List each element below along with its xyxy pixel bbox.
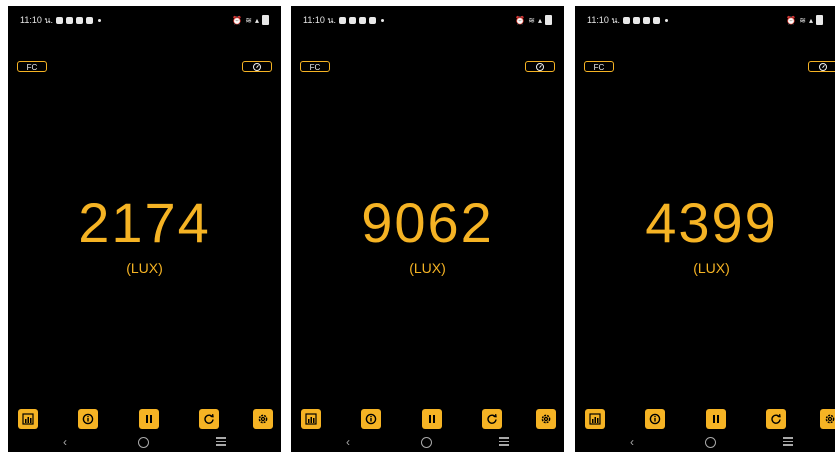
status-time: 11:10 น. [303, 15, 337, 25]
bottom-toolbar [18, 409, 273, 429]
chart-button[interactable] [301, 409, 321, 429]
app-notification-icon [76, 16, 84, 24]
phone-screen-1: 11:10 น. ⏰ ≋ ▴ FC 2174 (LUX) ‹ [8, 6, 281, 452]
reset-button[interactable] [482, 409, 502, 429]
gauge-button[interactable] [808, 61, 835, 72]
recent-apps-icon[interactable] [783, 437, 793, 446]
pause-button[interactable] [422, 409, 442, 429]
wifi-icon: ≋ [799, 15, 806, 25]
pause-icon [429, 415, 435, 423]
unit-label: (LUX) [409, 260, 446, 276]
alarm-icon: ⏰ [786, 15, 797, 25]
status-bar: 11:10 น. ⏰ ≋ ▴ [303, 13, 552, 27]
chart-icon [305, 413, 317, 425]
chat-notification-icon [339, 16, 347, 24]
system-nav-bar: ‹ [8, 435, 281, 449]
mail-notification-icon [369, 16, 377, 24]
chat-notification-icon [623, 16, 631, 24]
system-nav-bar: ‹ [291, 435, 564, 449]
info-icon [82, 413, 94, 425]
system-nav-bar: ‹ [575, 435, 835, 449]
reset-icon [771, 413, 781, 424]
lux-reading: 2174 [78, 191, 211, 254]
pause-icon [146, 415, 152, 423]
pause-button[interactable] [139, 409, 159, 429]
bottom-toolbar [301, 409, 556, 429]
status-time: 11:10 น. [587, 15, 621, 25]
home-icon[interactable] [138, 437, 149, 448]
chart-button[interactable] [585, 409, 605, 429]
mail-notification-icon [349, 16, 357, 24]
gauge-button[interactable] [525, 61, 555, 72]
gauge-icon [536, 62, 544, 71]
chart-icon [22, 413, 34, 425]
settings-button[interactable] [820, 409, 835, 429]
phone-screen-2: 11:10 น. ⏰ ≋ ▴ FC 9062 (LUX) ‹ [291, 6, 564, 452]
settings-icon [541, 414, 551, 424]
gauge-button[interactable] [242, 61, 272, 72]
home-icon[interactable] [421, 437, 432, 448]
unit-label: (LUX) [693, 260, 730, 276]
signal-icon: ▴ [808, 15, 813, 25]
more-notifications-icon [98, 18, 102, 22]
phone-screen-3: 11:10 น. ⏰ ≋ ▴ FC 4399 (LUX) ‹ [575, 6, 835, 452]
info-button[interactable] [645, 409, 665, 429]
mail-notification-icon [633, 16, 641, 24]
status-bar: 11:10 น. ⏰ ≋ ▴ [587, 13, 823, 27]
pause-icon [713, 415, 719, 423]
chat-notification-icon [56, 16, 64, 24]
mail-notification-icon [66, 16, 74, 24]
lux-reading: 4399 [645, 191, 778, 254]
settings-button[interactable] [253, 409, 273, 429]
mail-notification-icon [653, 16, 661, 24]
signal-icon: ▴ [254, 15, 259, 25]
reset-icon [487, 413, 497, 424]
alarm-icon: ⏰ [515, 15, 526, 25]
wifi-icon: ≋ [528, 15, 535, 25]
back-icon[interactable]: ‹ [630, 435, 634, 449]
reset-button[interactable] [199, 409, 219, 429]
reset-button[interactable] [766, 409, 786, 429]
chart-button[interactable] [18, 409, 38, 429]
home-icon[interactable] [705, 437, 716, 448]
gauge-icon [819, 62, 827, 71]
mail-notification-icon [86, 16, 94, 24]
battery-icon [545, 15, 552, 25]
wifi-icon: ≋ [245, 15, 252, 25]
battery-icon [262, 15, 269, 25]
app-notification-icon [359, 16, 367, 24]
alarm-icon: ⏰ [232, 15, 243, 25]
more-notifications-icon [665, 18, 669, 22]
bottom-toolbar [585, 409, 835, 429]
back-icon[interactable]: ‹ [63, 435, 67, 449]
signal-icon: ▴ [537, 15, 542, 25]
unit-toggle-button[interactable]: FC [584, 61, 614, 72]
info-icon [649, 413, 661, 425]
app-notification-icon [643, 16, 651, 24]
recent-apps-icon[interactable] [499, 437, 509, 446]
info-button[interactable] [361, 409, 381, 429]
unit-toggle-button[interactable]: FC [17, 61, 47, 72]
recent-apps-icon[interactable] [216, 437, 226, 446]
unit-toggle-button[interactable]: FC [300, 61, 330, 72]
more-notifications-icon [381, 18, 385, 22]
info-button[interactable] [78, 409, 98, 429]
lux-reading: 9062 [361, 191, 494, 254]
settings-icon [258, 414, 268, 424]
chart-icon [589, 413, 601, 425]
battery-icon [816, 15, 823, 25]
settings-icon [825, 414, 835, 424]
unit-label: (LUX) [126, 260, 163, 276]
pause-button[interactable] [706, 409, 726, 429]
settings-button[interactable] [536, 409, 556, 429]
reset-icon [204, 413, 214, 424]
status-bar: 11:10 น. ⏰ ≋ ▴ [20, 13, 269, 27]
info-icon [365, 413, 377, 425]
gauge-icon [253, 62, 261, 71]
status-time: 11:10 น. [20, 15, 54, 25]
back-icon[interactable]: ‹ [346, 435, 350, 449]
